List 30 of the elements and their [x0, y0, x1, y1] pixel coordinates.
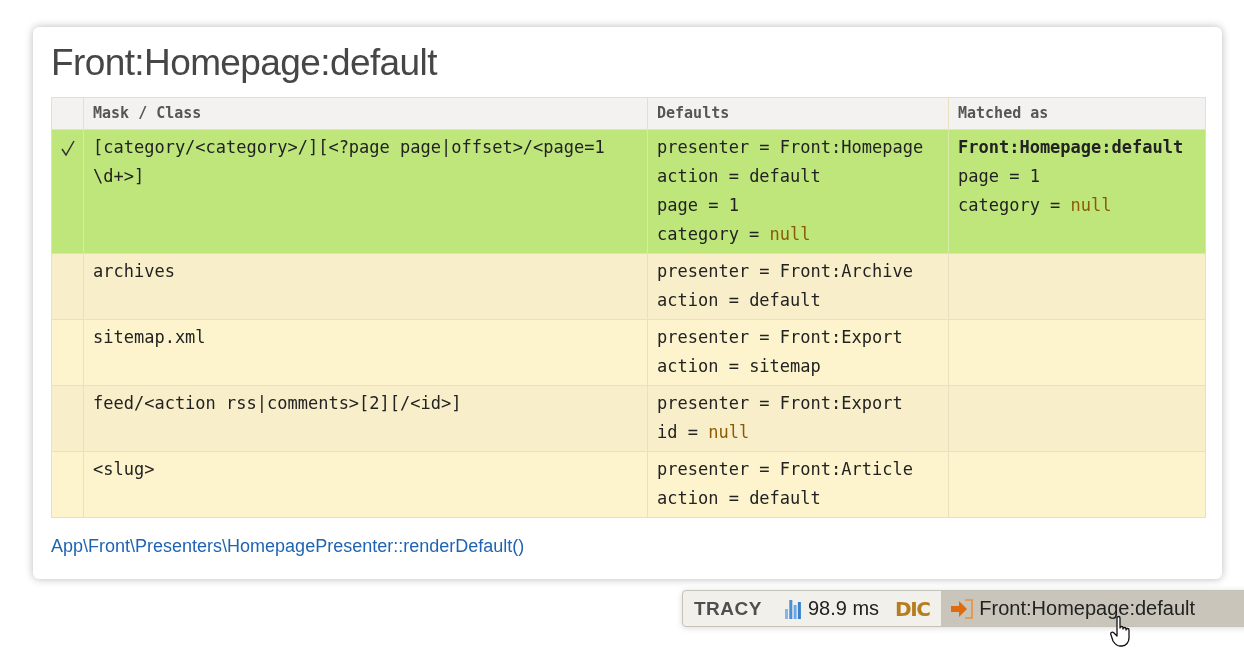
parameter-line: presenter = Front:Archive	[657, 260, 914, 283]
parameter-line: presenter = Front:Homepage	[657, 136, 925, 159]
parameter-line: category = null	[958, 194, 1113, 217]
parameter-line: presenter = Front:Export	[657, 326, 904, 349]
parameter-line: category = null	[657, 223, 812, 246]
parameter-line: action = default	[657, 487, 822, 510]
route-mask: feed/<action rss|comments>[2][/<id>]	[93, 393, 462, 413]
parameter-line: page = 1	[657, 194, 740, 217]
parameter-line: presenter = Front:Export	[657, 392, 904, 415]
arrow-into-bracket-icon	[951, 598, 974, 619]
parameter-line: action = sitemap	[657, 355, 822, 378]
parameter-line: action = default	[657, 289, 822, 312]
route-mask: archives	[93, 261, 175, 281]
parameter-line: id = null	[657, 421, 751, 444]
destination-text: Front:Homepage:default	[958, 136, 1185, 159]
parameter-line: page = 1	[958, 165, 1041, 188]
parameter-line: presenter = Front:Article	[657, 458, 914, 481]
presenter-method-link[interactable]: App\Front\Presenters\HomepagePresenter::renderDefault()	[51, 536, 525, 556]
route-mask: <slug>	[93, 459, 155, 479]
panel-title: Front:Homepage:default	[51, 41, 439, 85]
column-header: Mask / Class	[83, 97, 648, 130]
routing-panel-button[interactable]: Front:Homepage:default	[941, 591, 1244, 626]
tracy-logo[interactable]: TRACY	[694, 597, 762, 620]
route-mask: [category/<category>/][<?page page|offset>/<page=1 \d+>]	[93, 137, 605, 186]
timer-panel-button[interactable]: 98.9 ms	[775, 591, 888, 626]
parameter-line: action = default	[657, 165, 822, 188]
bar-chart-icon	[783, 598, 802, 619]
column-header: Matched as	[948, 97, 1206, 130]
column-header: Defaults	[647, 97, 949, 130]
route-mask: sitemap.xml	[93, 327, 206, 347]
